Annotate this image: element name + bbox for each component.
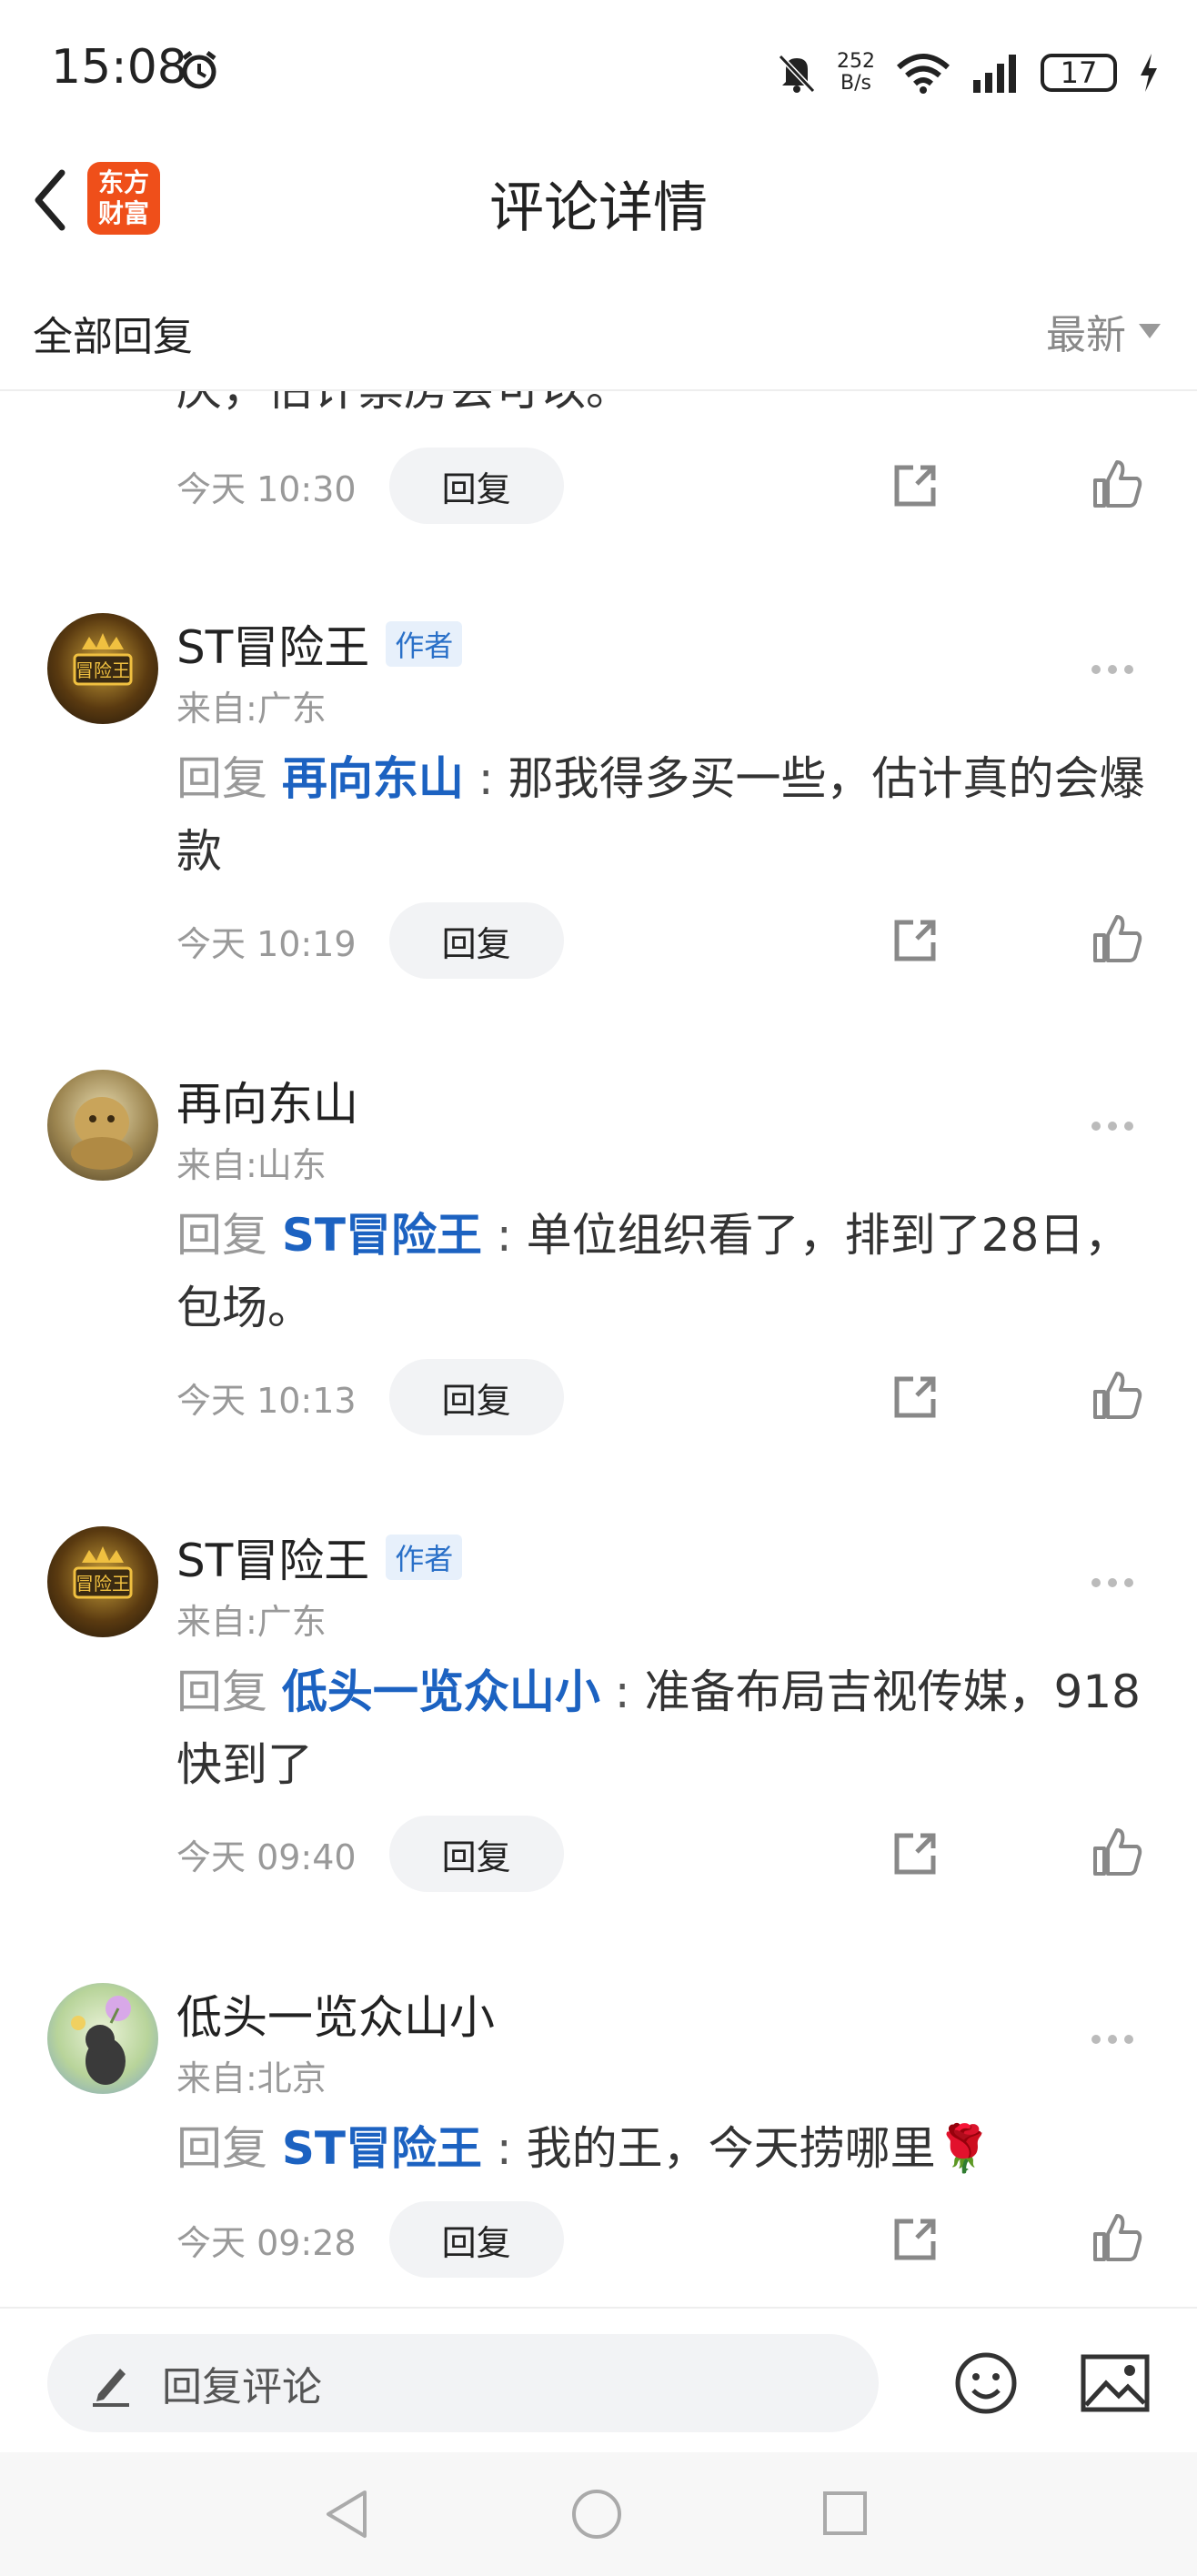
reply-button[interactable]: 回复 — [388, 902, 564, 979]
comment-time: 今天 10:19 — [176, 923, 357, 964]
like-icon[interactable] — [1090, 2210, 1144, 2265]
share-icon[interactable] — [890, 460, 940, 511]
comment-text: 回复 再向东山 : 那我得多买一些，估计真的会爆款 — [176, 742, 1150, 888]
comment-time: 今天 09:40 — [176, 1836, 357, 1877]
share-icon[interactable] — [890, 915, 940, 966]
pencil-icon — [93, 2369, 129, 2407]
reply-input[interactable]: 回复评论 — [47, 2334, 879, 2432]
bottom-input-bar: 回复评论 — [0, 2307, 1197, 2454]
username[interactable]: ST冒险王 作者 — [176, 611, 463, 677]
username-text[interactable]: ST冒险王 — [176, 1524, 369, 1590]
net-speed-value: 252 — [837, 50, 875, 73]
status-time: 15:08 — [51, 40, 187, 95]
avatar-cartoon-icon — [71, 1996, 131, 2085]
location: 来自:广东 — [176, 1602, 327, 1642]
reply-word: 回复 — [176, 1665, 267, 1718]
reply-word: 回复 — [176, 752, 267, 805]
comment-list[interactable]: 庆，估计票房会可以。 今天 10:30 回复 冒险王 ST冒险王 作者 来自:广… — [0, 389, 1197, 2307]
status-right-icons: 252 B/s 17 — [777, 45, 1161, 100]
comment-time: 今天 09:28 — [176, 2222, 357, 2263]
avatar[interactable] — [47, 1983, 158, 2094]
page-title: 评论详情 — [489, 176, 708, 240]
reply-input-placeholder: 回复评论 — [162, 2364, 322, 2410]
comment-text: 回复 低头一览众山小 : 准备布局吉视传媒，918快到了 — [176, 1655, 1150, 1801]
reply-target-link[interactable]: 再向东山 — [282, 752, 464, 805]
more-icon[interactable] — [1091, 2030, 1146, 2048]
avatar-crown-icon: 冒险王 — [73, 1546, 133, 1599]
reply-word: 回复 — [176, 2122, 267, 2175]
username[interactable]: ST冒险王 作者 — [176, 1524, 463, 1590]
reply-separator: : — [482, 1209, 527, 1262]
share-icon[interactable] — [890, 2214, 940, 2265]
comment-content: 我的王，今天捞哪里🌹 — [526, 2122, 992, 2175]
signal-icon — [973, 55, 1016, 93]
username-text[interactable]: 低头一览众山小 — [176, 1981, 495, 2047]
reply-button[interactable]: 回复 — [388, 448, 564, 524]
system-back-icon[interactable] — [323, 2487, 370, 2541]
more-icon[interactable] — [1091, 1117, 1146, 1135]
more-icon[interactable] — [1091, 660, 1146, 679]
reply-target-link[interactable]: ST冒险王 — [282, 2122, 482, 2175]
avatar-text: 冒险王 — [75, 659, 130, 681]
location: 来自:北京 — [176, 2058, 327, 2098]
battery-icon: 17 — [1041, 54, 1117, 92]
sort-dropdown[interactable]: 最新 — [1046, 302, 1161, 360]
wifi-icon — [897, 54, 950, 94]
system-home-icon[interactable] — [571, 2489, 622, 2540]
username[interactable]: 再向东山 — [176, 1068, 358, 1133]
reply-button[interactable]: 回复 — [388, 1359, 564, 1435]
reply-separator: : — [482, 2122, 527, 2175]
author-badge: 作者 — [386, 621, 463, 667]
avatar[interactable]: 冒险王 — [47, 613, 158, 724]
reply-word: 回复 — [176, 1209, 267, 1262]
filter-bar: 全部回复 最新 — [0, 266, 1197, 391]
status-bar: 15:08 252 B/s 17 — [0, 0, 1197, 136]
reply-button[interactable]: 回复 — [388, 2201, 564, 2278]
avatar-crown-icon: 冒险王 — [73, 633, 133, 686]
image-icon[interactable] — [1081, 2354, 1150, 2412]
like-icon[interactable] — [1090, 1825, 1144, 1879]
comment-text: 庆，估计票房会可以。 — [176, 389, 631, 416]
location: 来自:广东 — [176, 689, 327, 729]
nav-bar: 东方 财富 评论详情 — [0, 136, 1197, 267]
more-icon[interactable] — [1091, 1574, 1146, 1592]
like-icon[interactable] — [1090, 457, 1144, 511]
emoji-icon[interactable] — [953, 2350, 1019, 2416]
avatar[interactable]: 冒险王 — [47, 1526, 158, 1637]
net-speed-unit: B/s — [840, 72, 871, 95]
reply-separator: : — [463, 752, 508, 805]
reply-target-link[interactable]: ST冒险王 — [282, 1209, 482, 1262]
share-icon[interactable] — [890, 1372, 940, 1423]
share-icon[interactable] — [890, 1828, 940, 1879]
reply-target-link[interactable]: 低头一览众山小 — [282, 1665, 600, 1718]
username-text[interactable]: ST冒险王 — [176, 611, 369, 677]
comment-text: 回复 ST冒险王 : 我的王，今天捞哪里🌹 — [176, 2112, 1150, 2185]
charging-icon — [1141, 54, 1157, 92]
like-icon[interactable] — [1090, 911, 1144, 966]
location: 来自:山东 — [176, 1145, 327, 1185]
system-nav-bar — [0, 2452, 1197, 2576]
chevron-down-icon — [1139, 324, 1161, 338]
mute-icon — [778, 54, 816, 94]
author-badge: 作者 — [386, 1535, 463, 1580]
avatar[interactable] — [47, 1070, 158, 1181]
comment-text: 回复 ST冒险王 : 单位组织看了，排到了28日，包场。 — [176, 1199, 1150, 1344]
net-speed: 252 B/s — [837, 51, 875, 95]
all-replies-label: 全部回复 — [33, 314, 193, 360]
alarm-icon — [182, 51, 216, 89]
like-icon[interactable] — [1090, 1368, 1144, 1423]
reply-button[interactable]: 回复 — [388, 1816, 564, 1892]
avatar-text: 冒险王 — [75, 1573, 130, 1595]
username-text[interactable]: 再向东山 — [176, 1068, 358, 1133]
comment-time: 今天 10:30 — [176, 468, 357, 509]
sort-label: 最新 — [1046, 312, 1126, 358]
avatar-lion-icon — [71, 1097, 133, 1170]
comment-time: 今天 10:13 — [176, 1380, 357, 1421]
system-recents-icon[interactable] — [822, 2490, 868, 2536]
reply-separator: : — [599, 1665, 645, 1718]
username[interactable]: 低头一览众山小 — [176, 1981, 495, 2047]
